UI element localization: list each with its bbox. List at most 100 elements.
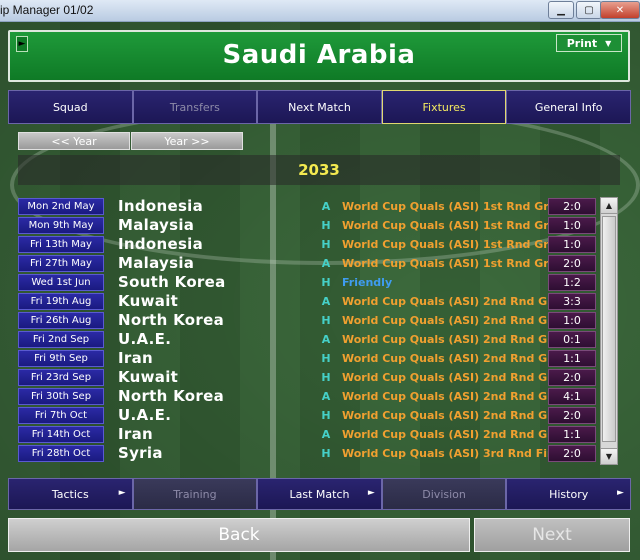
fixture-date[interactable]: Fri 9th Sep: [18, 350, 104, 367]
fixture-row[interactable]: Mon 2nd May Indonesia A World Cup Quals (AS…: [18, 197, 598, 216]
fixture-date[interactable]: Fri 7th Oct: [18, 407, 104, 424]
fixture-date[interactable]: Fri 28th Oct: [18, 445, 104, 462]
fixture-competition[interactable]: World Cup Quals (ASI) 1st Rnd Grp 5: [342, 235, 568, 254]
minimize-button[interactable]: ▁: [548, 1, 574, 19]
fixture-date[interactable]: Mon 2nd May: [18, 198, 104, 215]
fixture-row[interactable]: Mon 9th May Malaysia H World Cup Quals (ASI…: [18, 216, 598, 235]
fixture-opponent[interactable]: Indonesia: [118, 235, 203, 254]
fixture-row[interactable]: Fri 26th Aug North Korea H World Cup Quals …: [18, 311, 598, 330]
prev-year-button[interactable]: << Year: [18, 132, 130, 150]
fixture-score[interactable]: 3:3: [548, 293, 596, 310]
fixture-competition[interactable]: World Cup Quals (ASI) 2nd Rnd Grp 2: [342, 368, 572, 387]
fixture-competition[interactable]: World Cup Quals (ASI) 2nd Rnd Grp 2: [342, 406, 572, 425]
fixture-competition[interactable]: World Cup Quals (ASI) 1st Rnd Grp 5: [342, 254, 568, 273]
fixture-opponent[interactable]: North Korea: [118, 311, 224, 330]
fixture-score[interactable]: 2:0: [548, 255, 596, 272]
fixture-venue: A: [321, 333, 331, 346]
fixture-date[interactable]: Fri 13th May: [18, 236, 104, 253]
fixture-row[interactable]: Fri 13th May Indonesia H World Cup Quals (A…: [18, 235, 598, 254]
tab-last-match[interactable]: Last Match ►: [257, 478, 382, 510]
tab-general-info[interactable]: General Info: [506, 90, 631, 124]
fixture-row[interactable]: Fri 30th Sep North Korea A World Cup Quals …: [18, 387, 598, 406]
fixture-score[interactable]: 1:0: [548, 236, 596, 253]
back-button[interactable]: Back: [8, 518, 470, 552]
scroll-up-button[interactable]: ▲: [601, 198, 617, 214]
fixture-score[interactable]: 2:0: [548, 198, 596, 215]
fixture-competition[interactable]: World Cup Quals (ASI) 2nd Rnd Grp 2: [342, 425, 572, 444]
fixture-venue: H: [321, 352, 331, 365]
fixture-date[interactable]: Fri 30th Sep: [18, 388, 104, 405]
fixture-venue: H: [321, 219, 331, 232]
fixture-score[interactable]: 1:2: [548, 274, 596, 291]
fixture-date[interactable]: Fri 19th Aug: [18, 293, 104, 310]
fixture-date[interactable]: Fri 27th May: [18, 255, 104, 272]
maximize-button[interactable]: ▢: [576, 1, 602, 19]
fixture-row[interactable]: Fri 14th Oct Iran A World Cup Quals (ASI) 2…: [18, 425, 598, 444]
tab-training-label: Training: [173, 487, 217, 501]
fixture-date[interactable]: Mon 9th May: [18, 217, 104, 234]
fixture-competition[interactable]: World Cup Quals (ASI) 1st Rnd Grp 5: [342, 197, 568, 216]
fixture-row[interactable]: Fri 28th Oct Syria H World Cup Quals (ASI) …: [18, 444, 598, 463]
fixture-opponent[interactable]: Syria: [118, 444, 163, 463]
fixture-score[interactable]: 0:1: [548, 331, 596, 348]
fixture-competition[interactable]: World Cup Quals (ASI) 2nd Rnd Grp 2: [342, 387, 572, 406]
fixture-score[interactable]: 1:1: [548, 426, 596, 443]
fixture-competition[interactable]: World Cup Quals (ASI) 1st Rnd Grp 5: [342, 216, 568, 235]
fixture-competition[interactable]: Friendly: [342, 273, 392, 292]
fixture-score[interactable]: 2:0: [548, 369, 596, 386]
close-button[interactable]: ✕: [600, 1, 640, 19]
fixture-score[interactable]: 2:0: [548, 445, 596, 462]
fixture-row[interactable]: Fri 19th Aug Kuwait A World Cup Quals (ASI)…: [18, 292, 598, 311]
year-banner: 2033: [18, 155, 620, 185]
fixture-score[interactable]: 4:1: [548, 388, 596, 405]
tab-transfers: Transfers: [132, 90, 258, 124]
tab-next-match[interactable]: Next Match: [257, 90, 382, 124]
window-titlebar: ip Manager 01/02 ▁ ▢ ✕: [0, 0, 640, 22]
fixture-competition[interactable]: World Cup Quals (ASI) 2nd Rnd Grp 2: [342, 330, 572, 349]
scroll-thumb[interactable]: [602, 216, 616, 442]
fixture-opponent[interactable]: U.A.E.: [118, 406, 171, 425]
tab-history[interactable]: History ►: [506, 478, 631, 510]
tab-fixtures[interactable]: Fixtures: [381, 90, 507, 124]
fixture-opponent[interactable]: Indonesia: [118, 197, 203, 216]
fixture-competition[interactable]: World Cup Quals (ASI) 2nd Rnd Grp 2: [342, 349, 572, 368]
fixture-opponent[interactable]: Kuwait: [118, 368, 178, 387]
fixture-row[interactable]: Fri 7th Oct U.A.E. H World Cup Quals (ASI) …: [18, 406, 598, 425]
fixture-competition[interactable]: World Cup Quals (ASI) 2nd Rnd Grp 2: [342, 292, 572, 311]
fixture-opponent[interactable]: Malaysia: [118, 216, 194, 235]
fixture-date[interactable]: Fri 23rd Sep: [18, 369, 104, 386]
fixture-opponent[interactable]: Kuwait: [118, 292, 178, 311]
fixture-opponent[interactable]: South Korea: [118, 273, 226, 292]
fixture-opponent[interactable]: Iran: [118, 349, 153, 368]
tab-squad[interactable]: Squad: [8, 90, 133, 124]
fixture-date[interactable]: Fri 26th Aug: [18, 312, 104, 329]
fixture-score[interactable]: 1:0: [548, 312, 596, 329]
fixture-date[interactable]: Wed 1st Jun: [18, 274, 104, 291]
fixture-row[interactable]: Fri 23rd Sep Kuwait H World Cup Quals (ASI)…: [18, 368, 598, 387]
fixture-score[interactable]: 1:0: [548, 217, 596, 234]
tab-tactics[interactable]: Tactics ►: [8, 478, 133, 510]
maximize-icon: ▢: [584, 4, 594, 16]
fixture-row[interactable]: Wed 1st Jun South Korea H Friendly 1:2: [18, 273, 598, 292]
fixture-venue: H: [321, 409, 331, 422]
fixture-opponent[interactable]: U.A.E.: [118, 330, 171, 349]
fixture-opponent[interactable]: North Korea: [118, 387, 224, 406]
team-header: ► Saudi Arabia Print ▼: [8, 30, 630, 82]
fixture-opponent[interactable]: Malaysia: [118, 254, 194, 273]
fixture-competition[interactable]: World Cup Quals (ASI) 2nd Rnd Grp 2: [342, 311, 572, 330]
fixture-score[interactable]: 2:0: [548, 407, 596, 424]
fixture-row[interactable]: Fri 27th May Malaysia A World Cup Quals (AS…: [18, 254, 598, 273]
fixture-competition[interactable]: World Cup Quals (ASI) 3rd Rnd Final: [342, 444, 566, 463]
fixture-row[interactable]: Fri 2nd Sep U.A.E. A World Cup Quals (ASI) …: [18, 330, 598, 349]
fixture-row[interactable]: Fri 9th Sep Iran H World Cup Quals (ASI) 2n…: [18, 349, 598, 368]
fixture-date[interactable]: Fri 14th Oct: [18, 426, 104, 443]
print-button[interactable]: Print ▼: [556, 34, 622, 52]
minimize-icon: ▁: [557, 4, 565, 16]
fixture-score[interactable]: 1:1: [548, 350, 596, 367]
fixtures-scrollbar[interactable]: ▲ ▼: [600, 197, 618, 465]
fixture-opponent[interactable]: Iran: [118, 425, 153, 444]
close-icon: ✕: [615, 4, 625, 16]
next-year-button[interactable]: Year >>: [131, 132, 243, 150]
fixture-date[interactable]: Fri 2nd Sep: [18, 331, 104, 348]
scroll-down-button[interactable]: ▼: [601, 448, 617, 464]
